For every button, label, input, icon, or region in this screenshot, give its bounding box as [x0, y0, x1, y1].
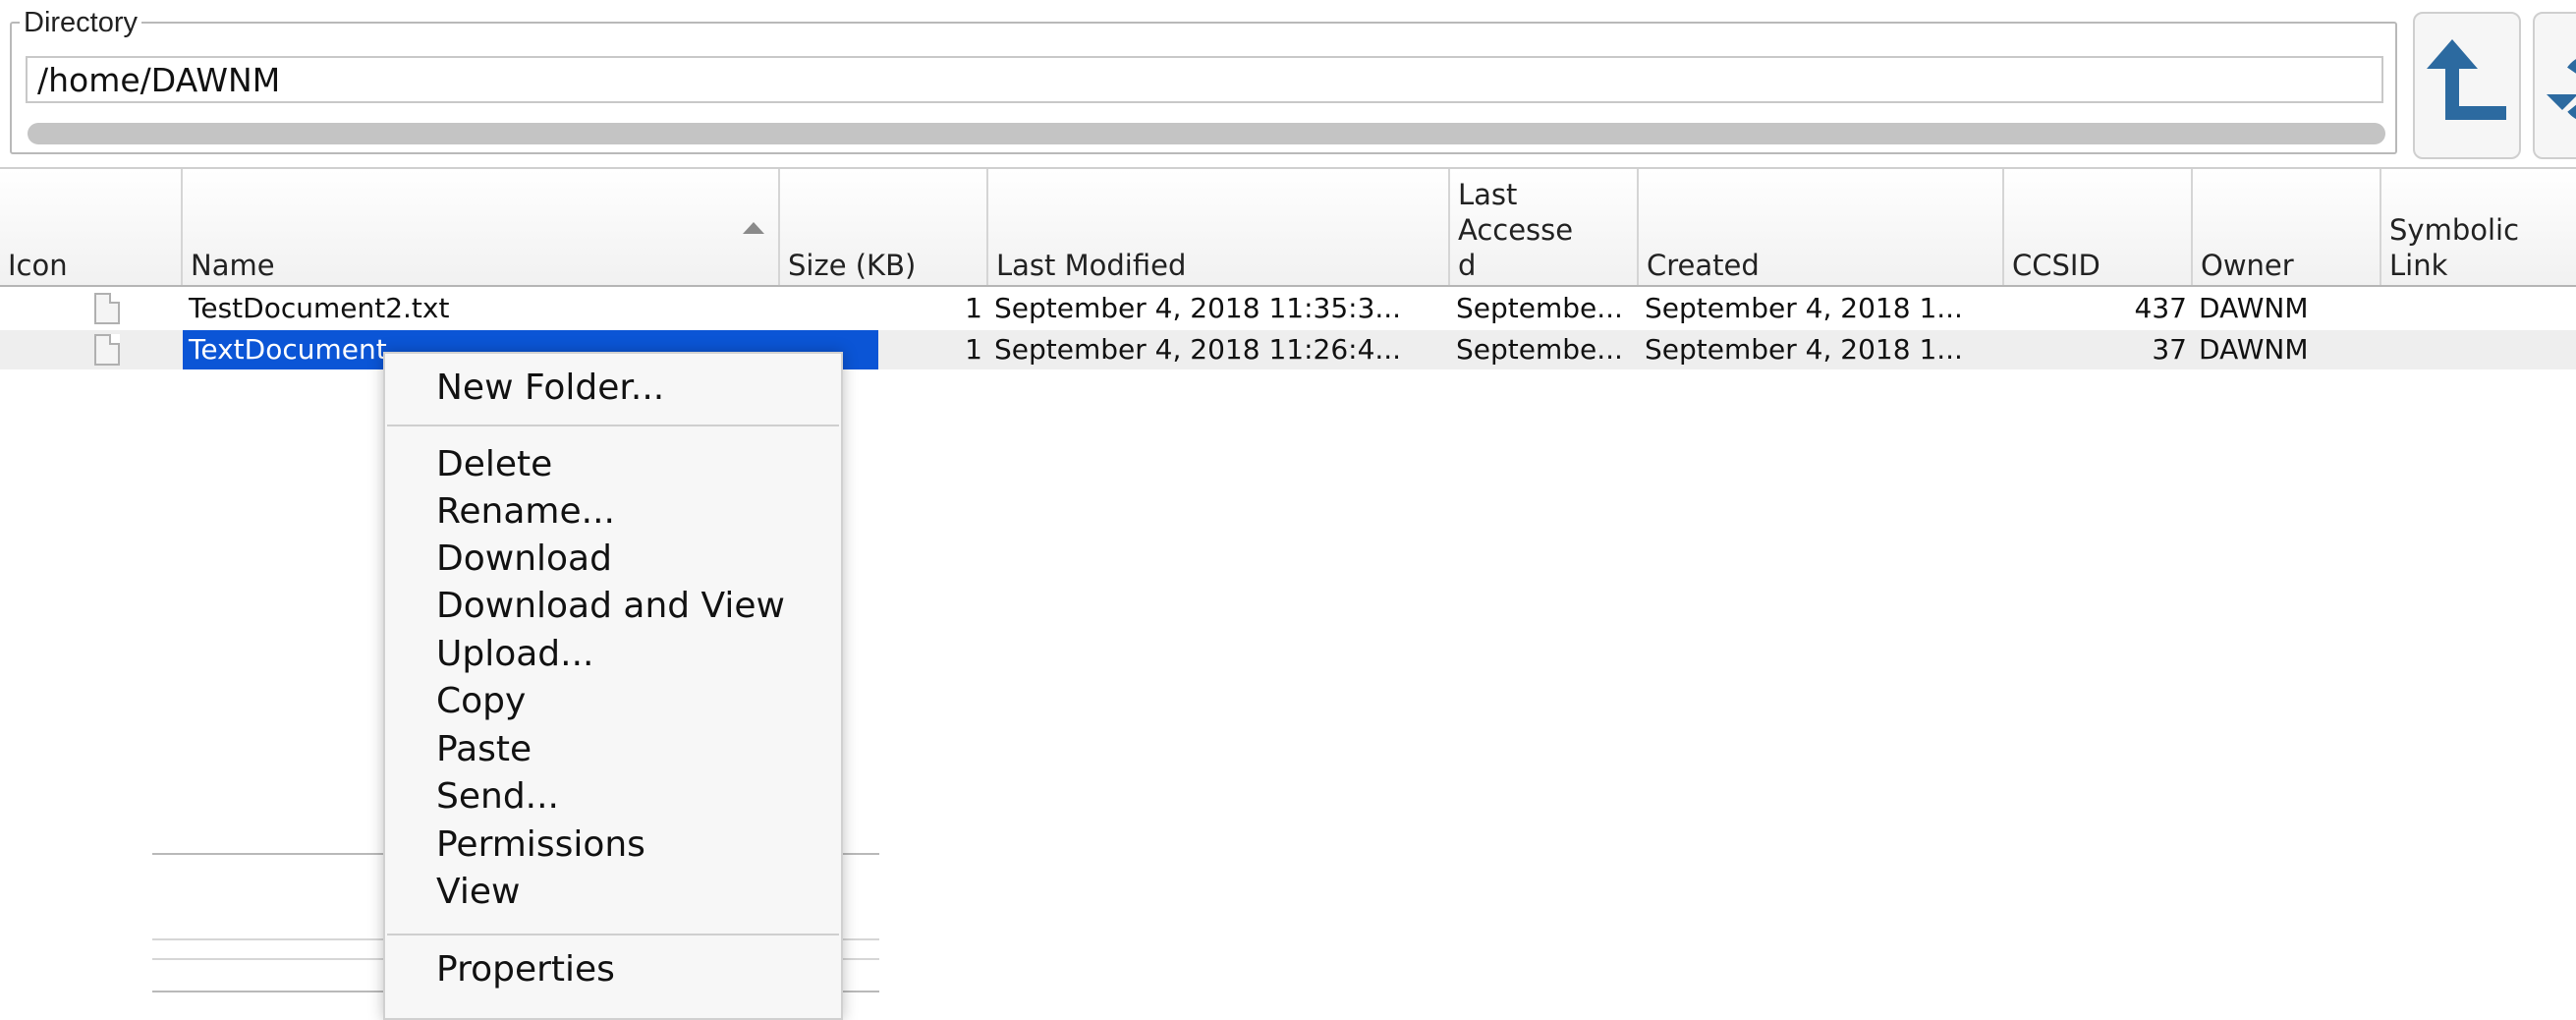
menu-item-send[interactable]: Send... — [436, 774, 559, 820]
column-header-icon[interactable]: Icon — [0, 169, 183, 285]
menu-separator — [387, 425, 839, 426]
column-header-size[interactable]: Size (KB) — [780, 169, 988, 285]
created: September 4, 2018 1... — [1645, 292, 1963, 324]
menu-item-new-folder[interactable]: New Folder... — [436, 366, 664, 411]
menu-item-delete[interactable]: Delete — [436, 442, 552, 487]
symbolic-link — [2381, 289, 2576, 328]
menu-item-rename[interactable]: Rename... — [436, 489, 615, 535]
context-menu: New Folder... Delete Rename... Download … — [383, 352, 843, 1020]
refresh-icon — [2547, 59, 2576, 119]
menu-item-upload[interactable]: Upload... — [436, 632, 593, 677]
menu-item-properties[interactable]: Properties — [436, 947, 615, 992]
last-modified: September 4, 2018 11:26:4... — [994, 333, 1402, 366]
arrow-up-left-icon — [2427, 39, 2506, 120]
refresh-button[interactable] — [2533, 12, 2576, 159]
column-header-ccsid[interactable]: CCSID — [2004, 169, 2193, 285]
symbolic-link — [2381, 330, 2576, 369]
column-header-created[interactable]: Created — [1639, 169, 2004, 285]
directory-path-input[interactable]: /home/DAWNM — [26, 56, 2383, 103]
created: September 4, 2018 1... — [1645, 333, 1963, 366]
up-directory-button[interactable] — [2413, 12, 2521, 159]
sort-ascending-icon — [743, 222, 764, 234]
column-header-owner[interactable]: Owner — [2193, 169, 2381, 285]
menu-item-copy[interactable]: Copy — [436, 679, 526, 724]
last-accessed: Septembe... — [1456, 333, 1623, 366]
owner: DAWNM — [2199, 292, 2309, 324]
file-size: 1 — [965, 292, 982, 324]
table-row[interactable]: TestDocument2.txt 1 September 4, 2018 11… — [0, 289, 2576, 328]
ccsid: 37 — [2152, 333, 2187, 366]
table-header: Icon Name Size (KB) Last Modified Last A… — [0, 167, 2576, 287]
directory-scrollbar[interactable] — [28, 123, 2385, 144]
column-header-symbolic-link[interactable]: Symbolic Link — [2381, 169, 2576, 285]
menu-item-download[interactable]: Download — [436, 537, 612, 582]
file-icon — [94, 293, 120, 324]
column-header-last-accessed[interactable]: Last Accesse d — [1450, 169, 1639, 285]
owner: DAWNM — [2199, 333, 2309, 366]
file-icon — [94, 334, 120, 366]
column-header-last-modified[interactable]: Last Modified — [988, 169, 1450, 285]
menu-item-download-and-view[interactable]: Download and View — [436, 584, 785, 629]
ccsid: 437 — [2134, 292, 2187, 324]
column-header-name[interactable]: Name — [183, 169, 780, 285]
menu-separator — [387, 934, 839, 935]
last-accessed: Septembe... — [1456, 292, 1623, 324]
last-modified: September 4, 2018 11:35:3... — [994, 292, 1402, 324]
menu-item-paste[interactable]: Paste — [436, 727, 532, 772]
directory-label: Directory — [20, 6, 142, 39]
menu-item-view[interactable]: View — [436, 870, 520, 915]
menu-item-permissions[interactable]: Permissions — [436, 822, 645, 868]
file-name[interactable]: TestDocument2.txt — [183, 289, 780, 328]
